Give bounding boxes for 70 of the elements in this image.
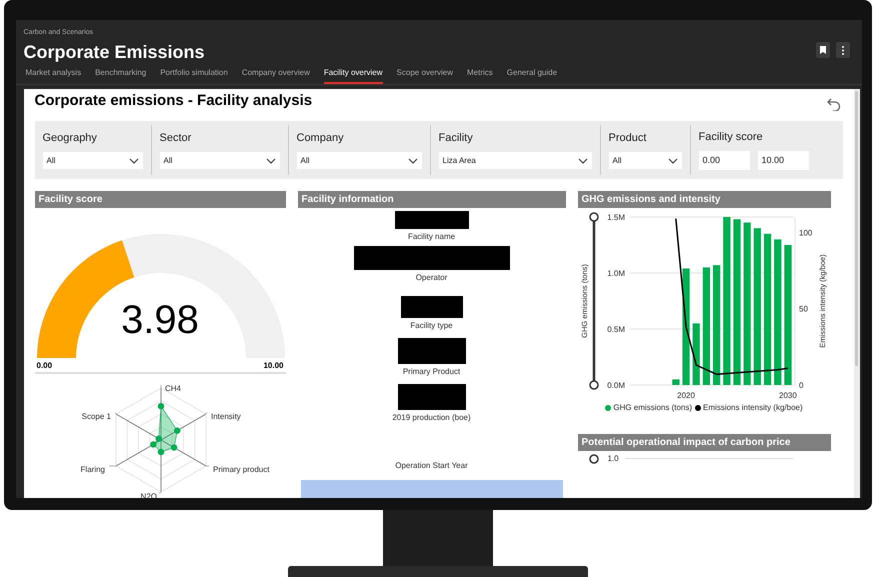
gauge-min-label: 0.00 <box>36 360 52 372</box>
app-title: Corporate Emissions <box>24 40 205 62</box>
select-field[interactable]: All <box>42 152 142 170</box>
field-label: Facility type <box>410 320 453 332</box>
radar-axis-label: Flaring <box>80 464 104 474</box>
select-field[interactable]: All <box>160 152 280 170</box>
radar-axis-label: Scope 1 <box>81 412 110 420</box>
filter-label: Company <box>296 130 345 146</box>
more-button[interactable] <box>836 42 850 58</box>
chevron-down-icon <box>408 158 418 164</box>
panel-header: Potential operational impact of carbon price <box>578 434 830 450</box>
select-field[interactable]: Liza Area <box>438 152 592 170</box>
select-field[interactable]: All <box>608 152 682 170</box>
range-slider-track[interactable] <box>588 212 598 390</box>
nav-tab[interactable]: Scope overview <box>396 66 454 84</box>
bookmark-icon <box>820 46 826 54</box>
chevron-down-icon <box>266 158 276 164</box>
legend-label: GHG emissions (tons) <box>613 402 692 414</box>
nav-tab[interactable]: General guide <box>506 66 558 84</box>
bar <box>692 322 700 384</box>
x-axis-tick: 2020 <box>676 390 694 400</box>
y-axis-tick: 0.5M <box>606 324 624 334</box>
page-title: Corporate emissions - Facility analysis <box>34 91 312 112</box>
field-label: Facility name <box>408 230 456 242</box>
field-label: Primary Product <box>402 366 460 378</box>
y-axis-tick: 0.0M <box>606 380 624 390</box>
legend-label: Emissions intensity (kg/boe) <box>703 402 803 414</box>
bar <box>672 378 679 384</box>
filter-label: Facility score <box>698 130 764 145</box>
nav-tab[interactable]: Portfolio simulation <box>160 66 228 84</box>
min-field[interactable]: 0.00 <box>698 151 750 170</box>
chevron-down-icon <box>128 158 138 164</box>
y-axis-tick: 1.0M <box>606 268 624 278</box>
select-field[interactable]: All <box>296 152 422 170</box>
radar-axis-label: Intensity <box>210 412 240 420</box>
redaction-bar <box>398 338 466 364</box>
x-axis-tick: 2030 <box>778 390 796 400</box>
field-label: 2019 production (boe) <box>392 412 471 424</box>
redaction-bar <box>398 384 466 410</box>
nav-tab[interactable]: Facility overview <box>324 66 383 84</box>
field-label: Operator <box>416 272 448 284</box>
y-axis-tick: 0 <box>798 380 803 390</box>
scrollbar[interactable] <box>854 88 860 498</box>
filter-label: Sector <box>160 130 192 146</box>
y-axis-tick: 1.0 <box>608 452 619 464</box>
gauge-max-label: 10.00 <box>263 360 284 372</box>
y-axis-tick: 1.5M <box>606 212 624 222</box>
chart-title: Operation Start Year <box>395 460 468 472</box>
max-field[interactable]: 10.00 <box>758 151 808 170</box>
bookmark-button[interactable] <box>816 42 830 58</box>
y-axis-tick: 100 <box>798 228 812 237</box>
nav-tab[interactable]: Benchmarking <box>95 66 146 84</box>
nav-tab[interactable]: Company overview <box>242 66 310 84</box>
nav-tab[interactable]: Market analysis <box>26 66 82 84</box>
panel-header: Facility information <box>298 190 566 208</box>
filter-label: Geography <box>42 130 98 146</box>
chevron-down-icon <box>668 158 678 164</box>
radar-axis-label: CH4 <box>164 384 181 392</box>
range-slider-handle[interactable] <box>588 452 600 464</box>
undo-icon[interactable] <box>826 98 840 111</box>
y-axis-tick: 50 <box>798 304 808 314</box>
gauge-value: 3.98 <box>120 300 200 340</box>
nav-tab[interactable]: Metrics <box>467 66 493 84</box>
filter-label: Product <box>608 130 648 146</box>
panel-header: GHG emissions and intensity <box>578 190 830 208</box>
redaction-bar <box>400 296 462 318</box>
panel-header: Facility score <box>34 190 286 208</box>
radar-axis-label: Primary product <box>212 464 269 474</box>
chevron-down-icon <box>578 158 588 164</box>
filter-label: Facility <box>438 130 474 146</box>
